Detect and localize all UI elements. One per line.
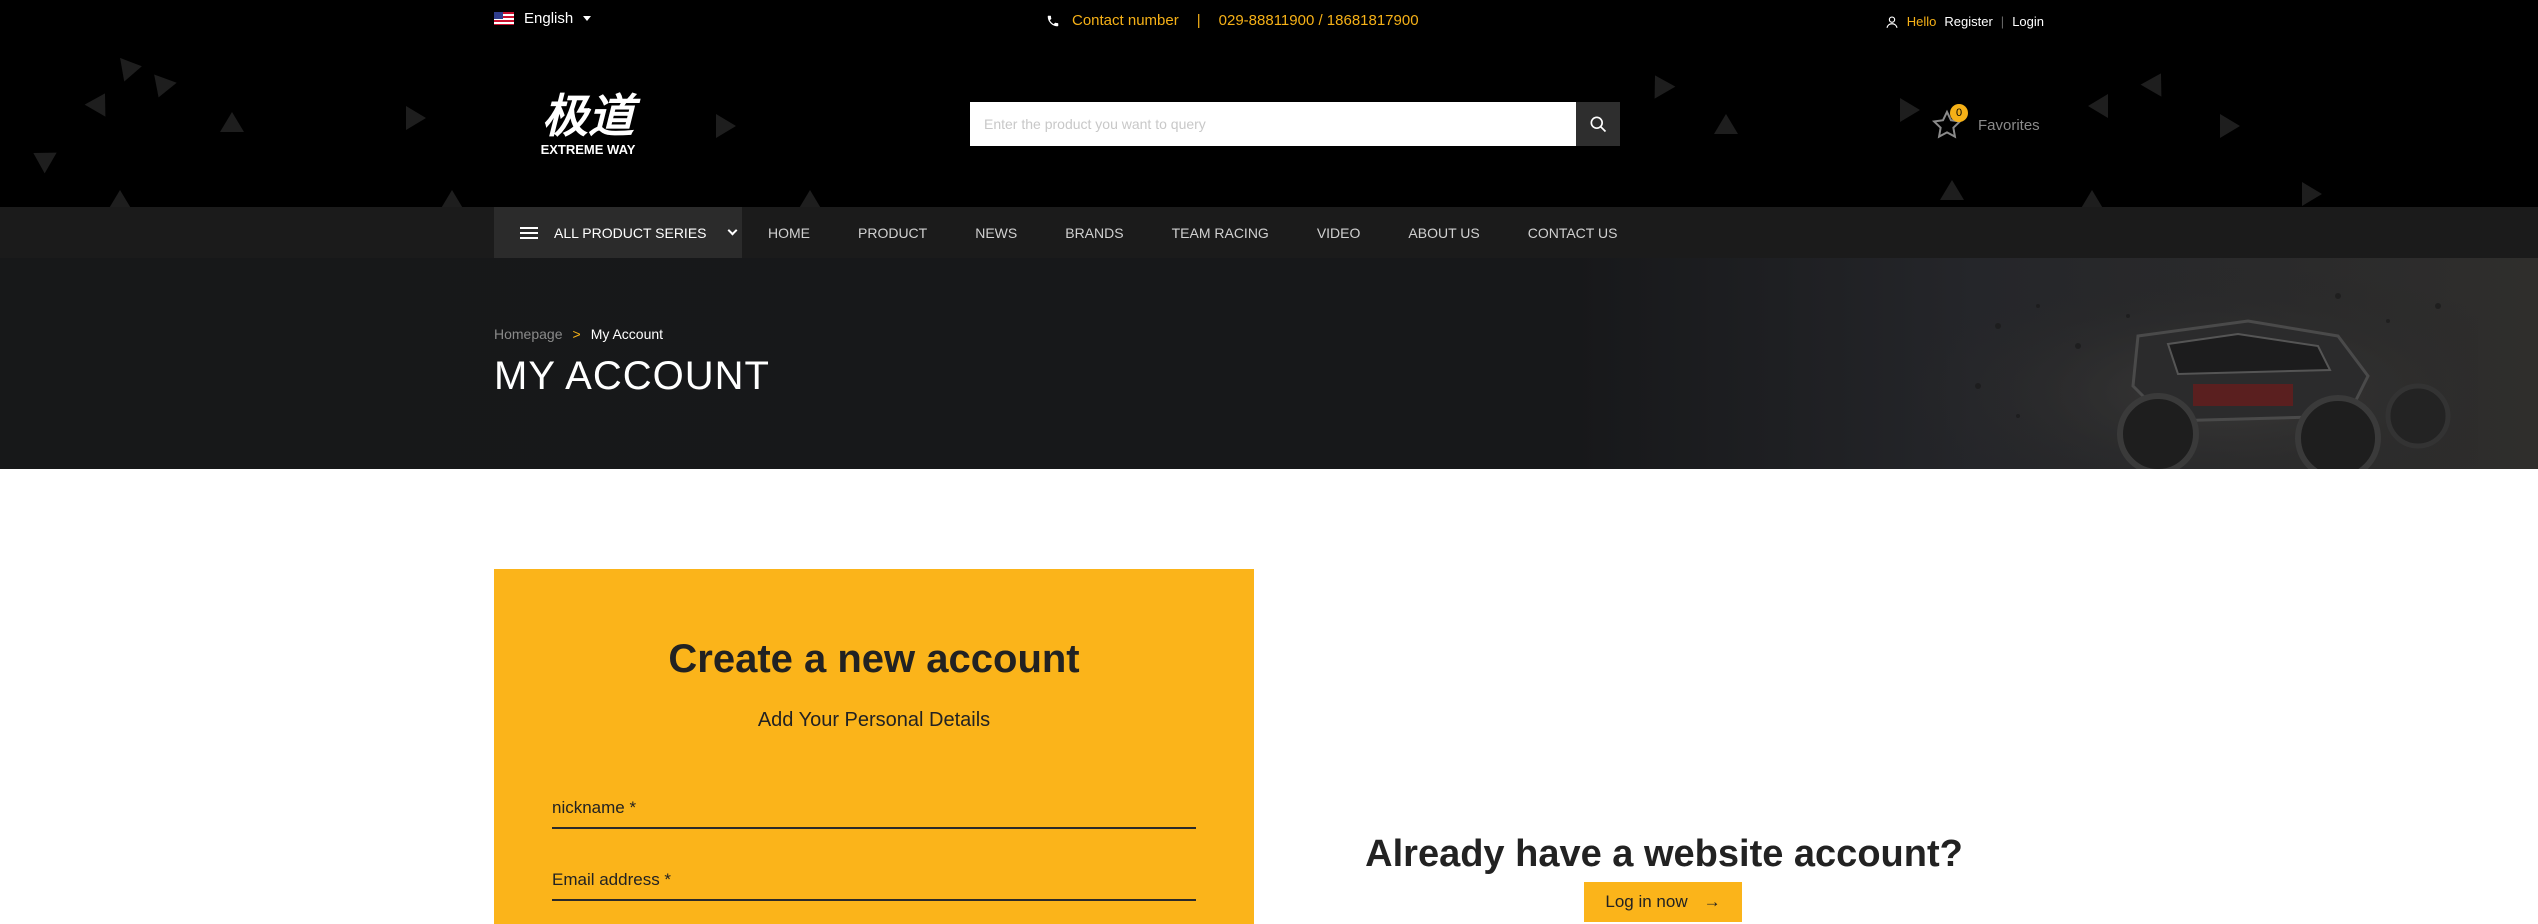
- logo-mark: 极道 EXTREME WAY: [541, 89, 641, 157]
- decor-triangle: [406, 106, 426, 130]
- breadcrumb-home[interactable]: Homepage: [494, 326, 563, 342]
- atv-vehicle-image: [1918, 266, 2478, 469]
- favorites-icon-wrap: 0: [1930, 104, 1968, 142]
- all-series-label: ALL PRODUCT SERIES: [554, 224, 707, 241]
- nav-item-news[interactable]: NEWS: [975, 225, 1017, 241]
- chevron-down-icon: [727, 225, 737, 236]
- nav-item-brands[interactable]: BRANDS: [1065, 225, 1123, 241]
- log-in-now-label: Log in now: [1605, 892, 1688, 911]
- decor-triangle: [1644, 69, 1676, 99]
- contact-label: Contact number: [1072, 12, 1179, 29]
- site-header: English Contact number | 029-88811900 / …: [0, 0, 2538, 207]
- nav-items: HOME PRODUCT NEWS BRANDS TEAM RACING VID…: [768, 207, 1665, 258]
- language-label: English: [524, 10, 574, 27]
- decor-triangle: [1714, 114, 1738, 134]
- search-button[interactable]: [1576, 102, 1620, 146]
- logo-chinese: 极道: [542, 89, 641, 143]
- decor-triangle: [27, 142, 57, 174]
- contact-info: Contact number | 029-88811900 / 18681817…: [1046, 12, 1419, 29]
- log-in-now-button[interactable]: Log in now →: [1584, 882, 1742, 922]
- decor-triangle: [220, 112, 244, 132]
- page-banner: Homepage > My Account MY ACCOUNT: [0, 258, 2538, 469]
- breadcrumb-separator: >: [572, 326, 581, 342]
- favorites-label: Favorites: [1978, 116, 2040, 134]
- nickname-input[interactable]: [552, 789, 1196, 827]
- decor-triangle: [84, 87, 116, 117]
- decor-triangle: [2302, 182, 2322, 206]
- login-link[interactable]: Login: [2012, 14, 2044, 29]
- email-input[interactable]: [552, 861, 1196, 899]
- decor-triangle: [2088, 94, 2108, 118]
- nav-item-about-us[interactable]: ABOUT US: [1408, 225, 1479, 241]
- logo-english: EXTREME WAY: [541, 142, 636, 157]
- login-prompt: Already have a website account? Log in n…: [1254, 569, 2074, 924]
- user-icon: [1886, 15, 1898, 28]
- register-card: Create a new account Add Your Personal D…: [494, 569, 1254, 924]
- account-links: Hello Register | Login: [1885, 14, 2044, 29]
- contact-separator: |: [1196, 12, 1201, 29]
- decor-triangle: [2080, 190, 2104, 207]
- contact-numbers: 029-88811900 / 18681817900: [1218, 12, 1419, 29]
- email-field: [552, 861, 1196, 901]
- decor-triangle: [440, 190, 464, 207]
- menu-icon: [520, 226, 538, 239]
- all-product-series-button[interactable]: ALL PRODUCT SERIES: [494, 207, 742, 258]
- breadcrumb: Homepage > My Account: [494, 326, 663, 342]
- search-input[interactable]: [970, 102, 1576, 146]
- arrow-right-icon: →: [1703, 892, 1721, 911]
- decor-triangle: [120, 54, 144, 82]
- search-icon: [1590, 116, 1607, 133]
- nickname-field: [552, 789, 1196, 829]
- decor-triangle: [1900, 98, 1920, 122]
- hello-label: Hello: [1906, 14, 1937, 29]
- top-bar: English Contact number | 029-88811900 / …: [494, 0, 2044, 44]
- nav-item-video[interactable]: VIDEO: [1317, 225, 1361, 241]
- decor-triangle: [716, 114, 736, 138]
- favorites-count-badge: 0: [1950, 104, 1968, 122]
- decor-triangle: [147, 74, 177, 102]
- decor-triangle: [798, 190, 822, 207]
- register-link[interactable]: Register: [1944, 14, 1992, 29]
- nav-item-home[interactable]: HOME: [768, 225, 810, 241]
- main-nav: ALL PRODUCT SERIES HOME PRODUCT NEWS BRA…: [0, 207, 2538, 258]
- caret-down-icon: [583, 16, 592, 21]
- nav-item-contact-us[interactable]: CONTACT US: [1528, 225, 1618, 241]
- nav-item-team-racing[interactable]: TEAM RACING: [1172, 225, 1269, 241]
- decor-triangle: [2140, 67, 2172, 97]
- phone-icon: [1047, 15, 1059, 26]
- register-title: Create a new account: [668, 637, 1080, 681]
- language-selector[interactable]: English: [494, 10, 592, 27]
- search-bar: [970, 102, 1620, 146]
- decor-triangle: [2220, 114, 2240, 138]
- link-divider: |: [2000, 14, 2005, 29]
- breadcrumb-current: My Account: [590, 326, 664, 342]
- us-flag-icon: [494, 12, 514, 25]
- nav-item-product[interactable]: PRODUCT: [858, 225, 927, 241]
- site-logo[interactable]: 极道 EXTREME WAY: [532, 82, 642, 162]
- login-prompt-title: Already have a website account?: [1365, 833, 1963, 875]
- decor-triangle: [1940, 180, 1964, 200]
- register-subtitle: Add Your Personal Details: [757, 709, 991, 731]
- favorites-button[interactable]: 0 Favorites: [1930, 104, 2040, 142]
- decor-triangle: [108, 190, 132, 207]
- page-title: MY ACCOUNT: [494, 354, 770, 398]
